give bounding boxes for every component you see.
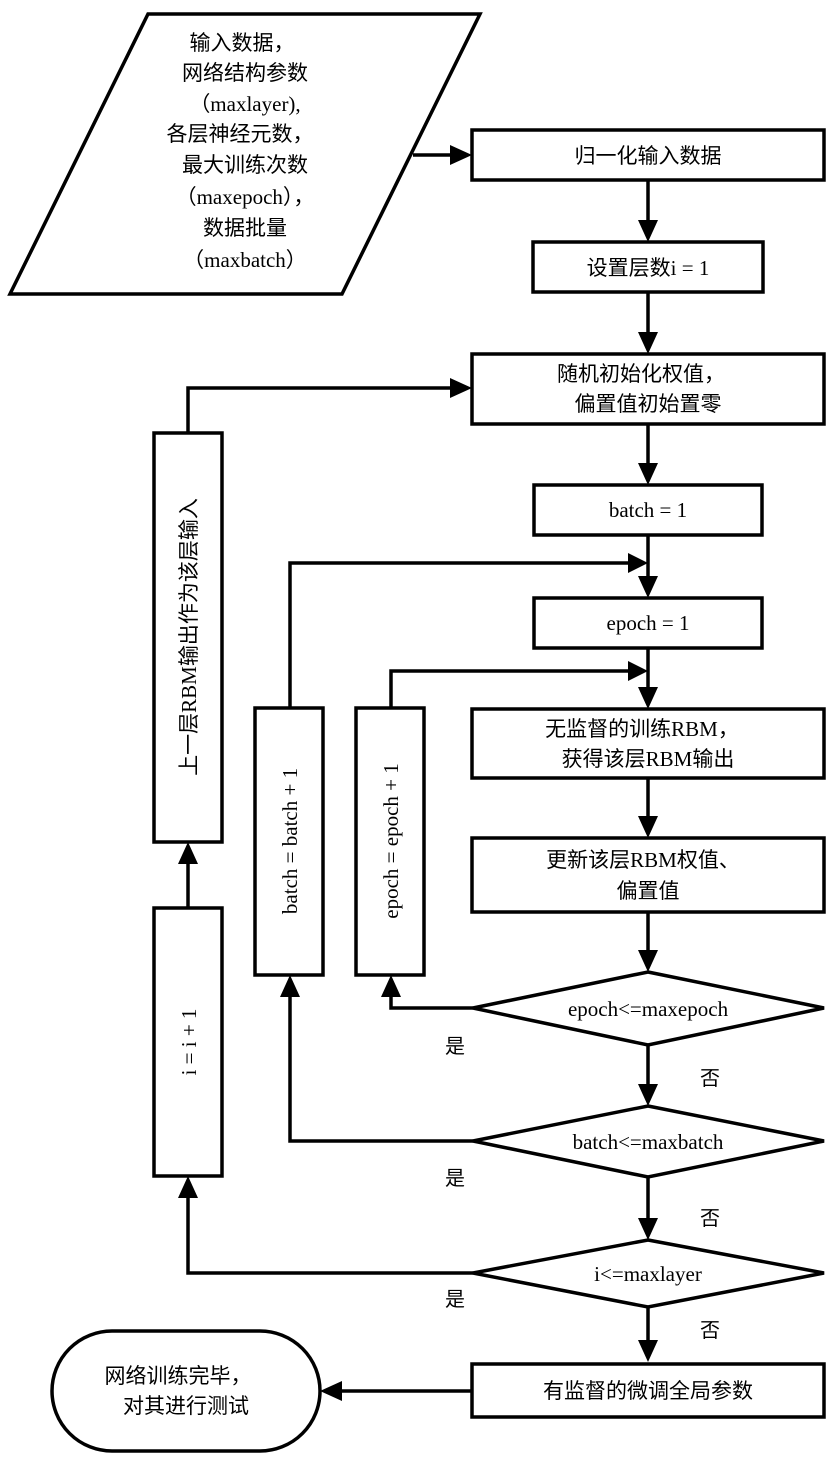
input-line: 输入数据， (190, 31, 295, 55)
node-init-weights-line: 随机初始化权值， (557, 362, 725, 386)
label-no-layer: 否 (700, 1320, 720, 1342)
node-train-rbm-line: 获得该层RBM输出 (562, 747, 735, 771)
arrow-train-to-update (638, 778, 658, 838)
node-epoch-init: epoch = 1 (532, 596, 764, 650)
node-epoch-inc: epoch = epoch + 1 (354, 706, 426, 977)
node-update-rbm-line: 更新该层RBM权值、 (546, 848, 740, 872)
node-train-rbm: 无监督的训练RBM， 获得该层RBM输出 (470, 707, 826, 780)
arrow-epoch-to-train (638, 648, 658, 709)
label-no-batch: 否 (700, 1208, 720, 1230)
node-update-rbm: 更新该层RBM权值、 偏置值 (470, 836, 826, 914)
node-init-weights-line: 偏置值初始置零 (575, 392, 722, 416)
decision-epoch-label: epoch<=maxepoch (568, 997, 729, 1021)
node-finetune: 有监督的微调全局参数 (470, 1362, 826, 1419)
node-normalize: 归一化输入数据 (470, 128, 826, 182)
node-batch-inc-label: batch = batch + 1 (278, 768, 302, 914)
node-epoch-init-label: epoch = 1 (607, 611, 690, 635)
arrow-update-to-condepoch (638, 912, 658, 972)
node-prev-output: 上一层RBM输出作为该层输入 (152, 431, 224, 844)
arrow-setlayer-to-init (638, 292, 658, 354)
label-yes-batch: 是 (445, 1168, 465, 1190)
node-layer-inc-label: i = i + 1 (177, 1009, 201, 1076)
decision-epoch: epoch<=maxepoch (472, 970, 825, 1047)
node-normalize-label: 归一化输入数据 (575, 144, 722, 168)
input-line: 数据批量 (203, 216, 287, 240)
node-batch-inc: batch = batch + 1 (253, 706, 325, 977)
arrow-condbatch-to-condlayer (638, 1177, 658, 1240)
node-train-rbm-line: 无监督的训练RBM， (545, 717, 739, 741)
decision-batch-label: batch<=maxbatch (573, 1130, 724, 1154)
node-init-weights: 随机初始化权值， 偏置值初始置零 (470, 352, 826, 426)
input-line: 网络结构参数 (182, 61, 308, 85)
input-line: （maxepoch）， (176, 185, 315, 209)
input-node: 输入数据， 网络结构参数 （maxlayer), 各层神经元数， 最大训练次数 … (7, 12, 483, 296)
decision-layer-label: i<=maxlayer (594, 1262, 702, 1286)
node-layer-inc: i = i + 1 (152, 906, 224, 1178)
input-line: 各层神经元数， (167, 122, 314, 146)
input-line: 最大训练次数 (182, 153, 308, 177)
arrow-input-to-normalize (413, 145, 472, 165)
node-set-layer-label: 设置层数i = 1 (587, 256, 710, 280)
node-end: 网络训练完毕， 对其进行测试 (50, 1329, 322, 1453)
arrow-finetune-to-end (320, 1381, 472, 1401)
decision-batch: batch<=maxbatch (472, 1104, 825, 1179)
node-batch-init-label: batch = 1 (609, 498, 687, 522)
node-batch-init: batch = 1 (532, 483, 764, 537)
flowchart: #flow marker path{fill:#000} 输入数据， 网络结构参… (7, 12, 826, 1453)
decision-layer: i<=maxlayer (472, 1238, 825, 1309)
arrow-condepoch-to-condbatch (638, 1045, 658, 1106)
arrow-normalize-to-setlayer (638, 180, 658, 242)
node-end-line: 网络训练完毕， (105, 1364, 252, 1388)
arrow-init-to-batch (638, 424, 658, 485)
node-set-layer: 设置层数i = 1 (531, 240, 765, 294)
node-epoch-inc-label: epoch = epoch + 1 (379, 763, 403, 918)
label-yes-layer: 是 (445, 1289, 465, 1311)
node-finetune-label: 有监督的微调全局参数 (543, 1379, 753, 1403)
arrow-condlayer-to-finetune (638, 1307, 658, 1362)
node-end-line: 对其进行测试 (123, 1394, 249, 1418)
input-line: （maxlayer), (189, 92, 300, 116)
input-line: （maxbatch） (183, 248, 307, 272)
node-update-rbm-line: 偏置值 (617, 879, 680, 903)
node-prev-output-label: 上一层RBM输出作为该层输入 (177, 498, 201, 776)
label-yes-epoch: 是 (445, 1036, 465, 1058)
label-no-epoch: 否 (700, 1068, 720, 1090)
